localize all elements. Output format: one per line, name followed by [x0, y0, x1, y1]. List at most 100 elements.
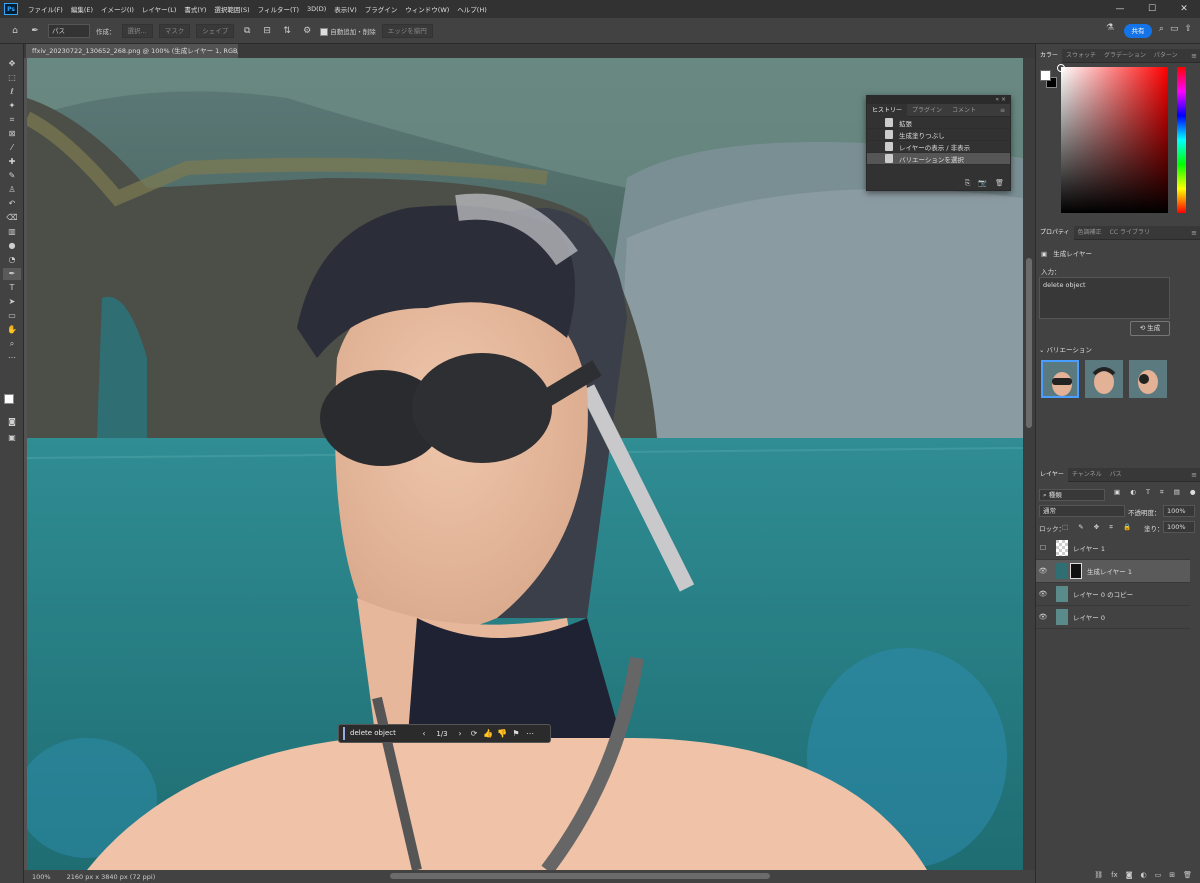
make-mask-button[interactable]: マスク — [158, 23, 191, 38]
variation-thumbnail[interactable] — [1041, 360, 1079, 398]
path-arrangement-icon[interactable]: ⇅ — [280, 24, 294, 38]
clone-stamp-tool-icon[interactable]: ♙ — [3, 184, 21, 196]
quick-mask-icon[interactable]: ◙ — [3, 416, 21, 428]
generate-button[interactable]: ⟲ 生成 — [1130, 321, 1170, 336]
align-edges-button[interactable]: エッジを揃円 — [381, 23, 433, 38]
lasso-tool-icon[interactable]: ℓ — [3, 86, 21, 98]
frame-tool-icon[interactable]: ⊠ — [3, 128, 21, 140]
gradient-tool-icon[interactable]: ▥ — [3, 226, 21, 238]
zoom-level[interactable]: 100% — [24, 873, 59, 881]
path-operations-icon[interactable]: ⧉ — [240, 24, 254, 38]
thumbs-down-icon[interactable]: 👎 — [495, 729, 509, 738]
move-tool-icon[interactable]: ✥ — [3, 58, 21, 70]
new-document-from-state-icon[interactable]: ⎘ — [965, 179, 971, 188]
menu-file[interactable]: ファイル(F) — [24, 4, 67, 14]
pen-mode-select[interactable]: パス — [48, 23, 90, 38]
tab-plugins[interactable]: プラグイン — [907, 104, 947, 117]
zoom-tool-icon[interactable]: ⌕ — [3, 338, 21, 350]
more-options-icon[interactable]: ⋯ — [523, 729, 537, 738]
tab-channels[interactable]: チャンネル — [1068, 468, 1106, 482]
screen-mode-icon[interactable]: ▣ — [3, 432, 21, 444]
history-item[interactable]: 拡張 — [867, 117, 1010, 129]
make-selection-button[interactable]: 選択... — [121, 23, 153, 38]
path-selection-tool-icon[interactable]: ➤ — [3, 296, 21, 308]
chevron-left-icon[interactable]: ‹ — [417, 729, 431, 738]
color-picker-field[interactable] — [1061, 67, 1168, 213]
panel-menu-icon[interactable]: ≡ — [1191, 49, 1197, 63]
layer-row[interactable]: 👁 レイヤー 0 — [1036, 606, 1190, 629]
trash-icon[interactable]: 🗑 — [1183, 871, 1192, 879]
menu-select[interactable]: 選択範囲(S) — [210, 4, 253, 14]
prompt-field[interactable]: delete object — [343, 727, 417, 740]
flask-icon[interactable]: ⚗ — [1106, 23, 1114, 33]
eye-icon[interactable]: 👁 — [1036, 613, 1050, 621]
horizontal-scroll-thumb[interactable] — [390, 873, 770, 879]
gear-icon[interactable]: ⚙ — [300, 24, 314, 38]
path-alignment-icon[interactable]: ⊟ — [260, 24, 274, 38]
new-group-icon[interactable]: ▭ — [1155, 871, 1162, 879]
snapshot-icon[interactable]: 📷 — [978, 179, 987, 188]
menu-type[interactable]: 書式(Y) — [180, 4, 210, 14]
adjustment-layer-icon[interactable]: ◐ — [1141, 871, 1147, 879]
share-button[interactable]: 共有 — [1124, 24, 1152, 38]
thumbs-up-icon[interactable]: 👍 — [481, 729, 495, 738]
minimize-button[interactable]: — — [1104, 0, 1136, 18]
menu-filter[interactable]: フィルター(T) — [254, 4, 303, 14]
menu-edit[interactable]: 編集(E) — [67, 4, 97, 14]
menu-layer[interactable]: レイヤー(L) — [138, 4, 181, 14]
healing-brush-tool-icon[interactable]: ✚ — [3, 156, 21, 168]
regenerate-icon[interactable]: ⟳ — [467, 729, 481, 738]
new-layer-icon[interactable]: ⊞ — [1169, 871, 1175, 879]
panel-menu-icon[interactable]: ≡ — [1191, 468, 1197, 482]
marquee-tool-icon[interactable]: ⬚ — [3, 72, 21, 84]
tab-comments[interactable]: コメント — [947, 104, 981, 117]
layer-row-selected[interactable]: 👁 生成レイヤー 1 — [1036, 560, 1190, 583]
eraser-tool-icon[interactable]: ⌫ — [3, 212, 21, 224]
tab-history[interactable]: ヒストリー — [867, 103, 908, 117]
auto-add-delete-checkbox[interactable]: 自動追加・削除 — [320, 26, 376, 36]
vertical-scrollbar[interactable] — [1023, 58, 1035, 870]
panel-menu-icon[interactable]: ≡ — [1191, 226, 1197, 240]
pen-tool-preset-icon[interactable]: ✒ — [28, 24, 42, 38]
tab-adjustments[interactable]: 色調補正 — [1074, 226, 1106, 240]
color-picker-cursor[interactable] — [1057, 64, 1065, 72]
dodge-tool-icon[interactable]: ◔ — [3, 254, 21, 266]
tab-swatches[interactable]: スウォッチ — [1062, 49, 1100, 63]
make-shape-button[interactable]: シェイプ — [196, 23, 235, 38]
fill-input[interactable]: 100% — [1163, 521, 1195, 533]
tab-properties[interactable]: プロパティ — [1036, 225, 1074, 240]
document-tab[interactable]: ffxiv_20230722_130652_268.png @ 100% (生成… — [26, 44, 238, 58]
menu-image[interactable]: イメージ(I) — [97, 4, 138, 14]
prompt-textarea[interactable]: delete object — [1039, 277, 1170, 319]
workspace-icon[interactable]: ▭ — [1170, 24, 1179, 34]
tab-cc-libraries[interactable]: CC ライブラリ — [1106, 226, 1154, 240]
layer-filter-icons[interactable]: ▣ ◐ T ⌗ ▤ ● — [1114, 488, 1200, 497]
history-item[interactable]: レイヤーの表示 / 非表示 — [867, 141, 1010, 153]
close-window-button[interactable]: ✕ — [1168, 0, 1200, 18]
history-item-selected[interactable]: バリエーションを選択 — [867, 153, 1010, 165]
variation-thumbnail[interactable] — [1085, 360, 1123, 398]
menu-view[interactable]: 表示(V) — [330, 4, 361, 14]
tab-color[interactable]: カラー — [1036, 48, 1063, 63]
tab-paths[interactable]: パス — [1106, 468, 1126, 482]
share-icon[interactable]: ⇪ — [1184, 24, 1192, 34]
variation-thumbnail[interactable] — [1129, 360, 1167, 398]
menu-plugins[interactable]: プラグイン — [361, 4, 402, 14]
tab-layers[interactable]: レイヤー — [1036, 467, 1068, 482]
search-icon[interactable]: ⌕ — [1159, 24, 1164, 34]
opacity-input[interactable]: 100% — [1163, 505, 1195, 517]
tab-patterns[interactable]: パターン — [1150, 49, 1182, 63]
history-brush-tool-icon[interactable]: ↶ — [3, 198, 21, 210]
pen-tool-icon[interactable]: ✒ — [3, 268, 21, 280]
add-mask-icon[interactable]: ◙ — [1126, 871, 1133, 879]
menu-window[interactable]: ウィンドウ(W) — [401, 4, 453, 14]
blur-tool-icon[interactable]: ● — [3, 240, 21, 252]
rectangle-tool-icon[interactable]: ▭ — [3, 310, 21, 322]
more-tools-icon[interactable]: ⋯ — [3, 352, 21, 364]
foreground-color-swatch[interactable] — [1040, 70, 1051, 81]
eye-icon[interactable]: 👁 — [1036, 590, 1050, 598]
menu-help[interactable]: ヘルプ(H) — [453, 4, 490, 14]
layer-row[interactable]: ☐ レイヤー 1 — [1036, 537, 1190, 560]
trash-icon[interactable]: 🗑 — [995, 179, 1004, 188]
crop-tool-icon[interactable]: ⌗ — [3, 114, 21, 126]
